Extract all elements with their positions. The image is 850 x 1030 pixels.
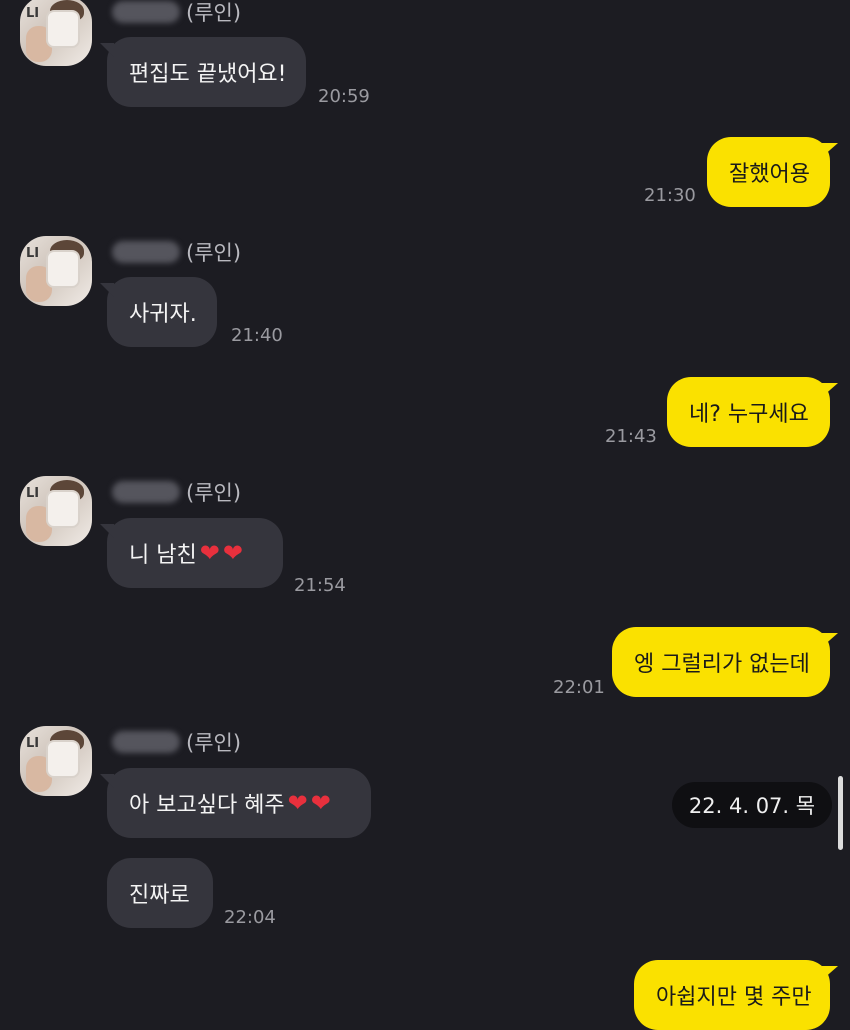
date-badge: 22. 4. 07. 목 bbox=[672, 782, 832, 828]
message-text: 편집도 끝냈어요! bbox=[129, 62, 287, 87]
heart-emoji-icon: ❤ bbox=[310, 789, 331, 817]
message-bubble-outgoing[interactable]: 아쉽지만 몇 주만 bbox=[634, 960, 838, 1030]
message-text: 사귀자. bbox=[129, 302, 197, 327]
message-time: 21:40 bbox=[231, 325, 283, 346]
message-bubble-incoming[interactable]: 사귀자. bbox=[100, 277, 217, 347]
message-bubble-outgoing[interactable]: 네? 누구세요 bbox=[667, 377, 838, 447]
message-time: 21:30 bbox=[644, 185, 696, 206]
sender-suffix: (루인) bbox=[186, 481, 242, 505]
sender-name: (루인) bbox=[112, 0, 241, 28]
message-time: 21:54 bbox=[294, 575, 346, 596]
sender-avatar[interactable]: LI bbox=[20, 0, 92, 66]
blurred-name bbox=[112, 481, 180, 503]
heart-emoji-icon: ❤ bbox=[287, 789, 308, 817]
sender-name: (루인) bbox=[112, 726, 241, 758]
blurred-name bbox=[112, 731, 180, 753]
avatar-phone bbox=[46, 10, 80, 48]
sender-name: (루인) bbox=[112, 476, 241, 508]
heart-emoji-icon: ❤ bbox=[199, 539, 220, 567]
message-bubble-incoming[interactable]: 진짜로 bbox=[107, 858, 213, 928]
message-time: 22:04 bbox=[224, 907, 276, 928]
message-text: 엥 그럴리가 없는데 bbox=[634, 652, 810, 677]
avatar-mark: LI bbox=[26, 6, 40, 21]
sender-suffix: (루인) bbox=[186, 731, 242, 755]
sender-suffix: (루인) bbox=[186, 241, 242, 265]
message-text: 아쉽지만 몇 주만 bbox=[656, 985, 812, 1010]
message-text: 네? 누구세요 bbox=[689, 402, 809, 427]
message-bubble-incoming[interactable]: 아 보고싶다 혜주 ❤ ❤ bbox=[100, 768, 371, 838]
sender-avatar[interactable]: LI bbox=[20, 236, 92, 306]
avatar-phone bbox=[46, 490, 80, 528]
message-text: 진짜로 bbox=[129, 883, 190, 908]
message-bubble-outgoing[interactable]: 엥 그럴리가 없는데 bbox=[612, 627, 838, 697]
avatar-mark: LI bbox=[26, 246, 40, 261]
avatar-phone bbox=[46, 250, 80, 288]
message-bubble-outgoing[interactable]: 잘했어용 bbox=[707, 137, 838, 207]
heart-emoji-icon: ❤ bbox=[222, 539, 243, 567]
message-text: 잘했어용 bbox=[729, 162, 810, 187]
message-bubble-incoming[interactable]: 편집도 끝냈어요! bbox=[100, 37, 306, 107]
message-time: 22:01 bbox=[553, 677, 605, 698]
avatar-mark: LI bbox=[26, 736, 40, 751]
sender-avatar[interactable]: LI bbox=[20, 476, 92, 546]
sender-suffix: (루인) bbox=[186, 1, 242, 25]
message-text: 아 보고싶다 혜주 bbox=[129, 793, 285, 818]
avatar-mark: LI bbox=[26, 486, 40, 501]
message-bubble-incoming[interactable]: 니 남친 ❤ ❤ bbox=[100, 518, 283, 588]
scrollbar-thumb[interactable] bbox=[838, 776, 843, 850]
message-time: 20:59 bbox=[318, 86, 370, 107]
blurred-name bbox=[112, 1, 180, 23]
date-badge-text: 22. 4. 07. 목 bbox=[688, 794, 816, 818]
sender-name: (루인) bbox=[112, 236, 241, 268]
sender-avatar[interactable]: LI bbox=[20, 726, 92, 796]
message-time: 21:43 bbox=[605, 426, 657, 447]
blurred-name bbox=[112, 241, 180, 263]
avatar-phone bbox=[46, 740, 80, 778]
message-text: 니 남친 bbox=[129, 543, 197, 568]
